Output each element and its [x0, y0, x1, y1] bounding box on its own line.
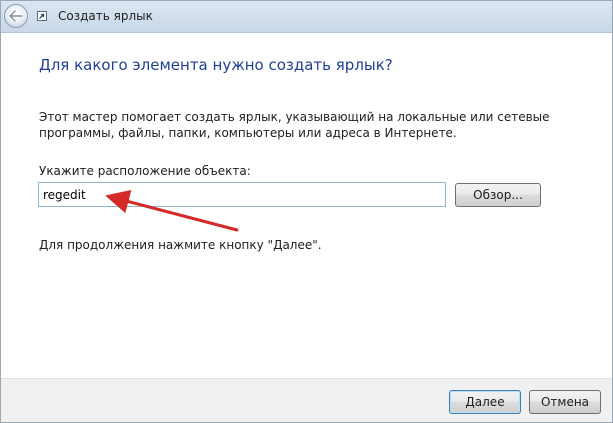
window-title: Создать ярлык — [58, 9, 153, 23]
create-shortcut-window: Создать ярлык Для какого элемента нужно … — [0, 0, 613, 423]
next-button[interactable]: Далее — [449, 390, 521, 414]
back-arrow-icon — [9, 10, 23, 22]
location-input[interactable] — [38, 182, 446, 207]
continue-hint: Для продолжения нажмите кнопку "Далее". — [39, 238, 322, 252]
wizard-heading: Для какого элемента нужно создать ярлык? — [39, 56, 393, 74]
browse-button[interactable]: Обзор... — [455, 183, 541, 207]
title-bar: Создать ярлык — [1, 1, 612, 33]
shortcut-icon — [37, 11, 47, 21]
cancel-button[interactable]: Отмена — [529, 390, 601, 414]
location-label: Укажите расположение объекта: — [39, 164, 251, 178]
wizard-description: Этот мастер помогает создать ярлык, указ… — [39, 110, 550, 140]
back-button[interactable] — [4, 4, 28, 28]
